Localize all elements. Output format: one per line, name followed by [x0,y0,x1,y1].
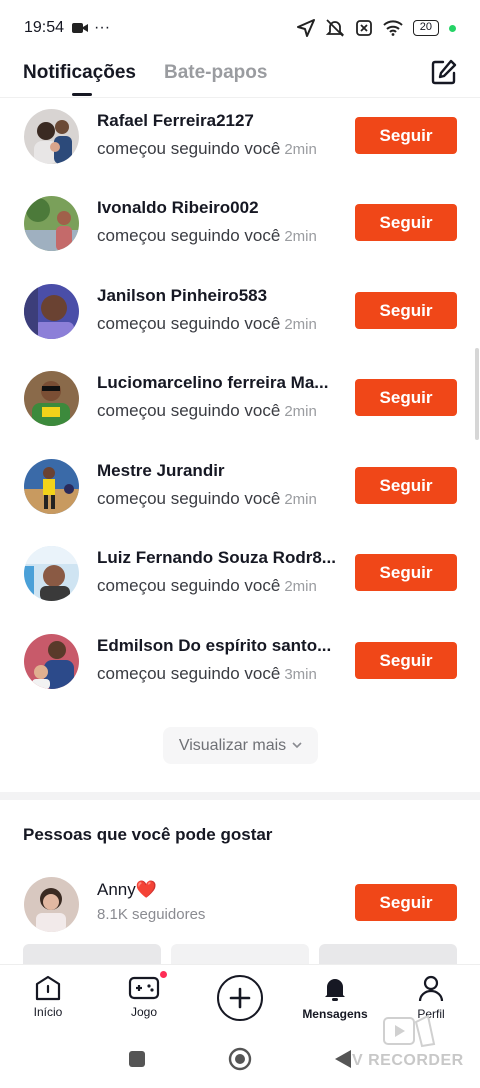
follow-button[interactable]: Seguir [355,554,457,591]
show-more-button[interactable]: Visualizar mais [163,727,318,764]
notification-action: começou seguindo você [97,314,281,333]
game-controller-icon [128,976,160,1000]
notification-action: começou seguindo você [97,226,281,245]
nav-item-mensagens[interactable]: Mensagens [295,965,375,1021]
follow-button[interactable]: Seguir [355,292,457,329]
notification-item[interactable]: Janilson Pinheiro583 começou seguindo vo… [0,284,480,372]
avatar[interactable] [24,109,79,164]
notification-item[interactable]: Edmilson Do espírito santo... começou se… [0,634,480,722]
compose-icon[interactable] [430,58,458,86]
notification-time: 2min [284,228,317,245]
notification-time: 2min [284,141,317,158]
avatar[interactable] [24,546,79,601]
more-notifications-indicator: ··· [94,19,111,36]
clock: 19:54 [24,19,65,36]
muted-bell-icon [325,19,344,37]
profile-icon [418,975,444,1002]
follow-button[interactable]: Seguir [355,204,457,241]
suggestions-title: Pessoas que você pode gostar [23,825,273,844]
follow-button[interactable]: Seguir [355,379,457,416]
notification-item[interactable]: Rafael Ferreira2127 começou seguindo voc… [0,109,480,197]
nav-item-perfil[interactable]: Perfil [391,965,471,1021]
scrollbar[interactable] [475,348,479,440]
avatar[interactable] [24,634,79,689]
notification-time: 2min [284,578,317,595]
user-name[interactable]: Anny❤️ [97,880,157,900]
notification-text: começou seguindo você 2min [97,489,317,509]
notification-text: começou seguindo você 2min [97,576,317,596]
home-circle-icon[interactable] [228,1047,252,1071]
back-icon[interactable] [334,1049,352,1069]
no-sim-icon [355,20,372,36]
tab-bate-papos[interactable]: Bate-papos [164,62,267,84]
notification-item[interactable]: Luciomarcelino ferreira Ma... começou se… [0,371,480,459]
avatar[interactable] [24,459,79,514]
nav-label: Mensagens [302,1007,368,1021]
avatar[interactable] [24,284,79,339]
user-name[interactable]: Mestre Jurandir [97,461,342,481]
user-name[interactable]: Janilson Pinheiro583 [97,286,342,306]
follow-button[interactable]: Seguir [355,117,457,154]
video-camera-icon [72,23,89,33]
battery-indicator: 20 [412,20,439,36]
user-name[interactable]: Ivonaldo Ribeiro002 [97,198,342,218]
status-bar: 19:54 ··· 20 [0,0,480,56]
notification-text: começou seguindo você 2min [97,226,317,246]
recorder-logo-icon [383,1014,436,1048]
bell-icon [325,979,345,1001]
notification-action: começou seguindo você [97,401,281,420]
nav-label: Jogo [130,1005,158,1019]
notification-action: começou seguindo você [97,139,281,158]
notification-text: começou seguindo você 2min [97,139,317,159]
follow-button[interactable]: Seguir [355,884,457,921]
notification-text: começou seguindo você 2min [97,401,317,421]
plus-icon [229,987,251,1009]
wifi-icon [383,20,403,36]
user-name[interactable]: Rafael Ferreira2127 [97,111,342,131]
notification-time: 2min [284,316,317,333]
home-icon [35,975,61,1001]
user-name[interactable]: Edmilson Do espírito santo... [97,636,342,656]
recorder-watermark: V RECORDER [352,1052,464,1069]
privacy-indicator-dot [449,24,456,32]
active-tab-indicator [72,93,92,96]
notification-item[interactable]: Luiz Fernando Souza Rodr8... começou seg… [0,546,480,634]
notification-text: começou seguindo você 2min [97,314,317,334]
header: Notificações Bate-papos [0,56,480,98]
location-arrow-icon [296,19,315,37]
nav-label: Início [33,1005,63,1019]
notification-action: começou seguindo você [97,664,281,683]
notification-item[interactable]: Ivonaldo Ribeiro002 começou seguindo voc… [0,196,480,284]
avatar[interactable] [24,371,79,426]
avatar[interactable] [24,196,79,251]
notification-time: 3min [284,666,317,683]
follow-button[interactable]: Seguir [355,642,457,679]
section-divider [0,792,480,800]
create-button[interactable] [217,975,263,1021]
recent-apps-icon[interactable] [128,1050,146,1068]
notification-item[interactable]: Mestre Jurandir começou seguindo você 2mi… [0,459,480,547]
avatar[interactable] [24,877,79,932]
nav-item-jogo[interactable]: Jogo [104,965,184,1019]
user-name[interactable]: Luciomarcelino ferreira Ma... [97,373,342,393]
chevron-down-icon [292,742,302,749]
notification-dot [160,971,167,978]
user-name[interactable]: Luiz Fernando Souza Rodr8... [97,548,342,568]
follow-button[interactable]: Seguir [355,467,457,504]
tab-notificacoes[interactable]: Notificações [23,62,136,84]
nav-item-inicio[interactable]: Início [8,965,88,1019]
notification-text: começou seguindo você 3min [97,664,317,684]
follower-count: 8.1K seguidores [97,906,206,923]
show-more-label: Visualizar mais [178,736,287,754]
notification-time: 2min [284,403,317,420]
notification-action: começou seguindo você [97,576,281,595]
notification-action: começou seguindo você [97,489,281,508]
notification-time: 2min [284,491,317,508]
